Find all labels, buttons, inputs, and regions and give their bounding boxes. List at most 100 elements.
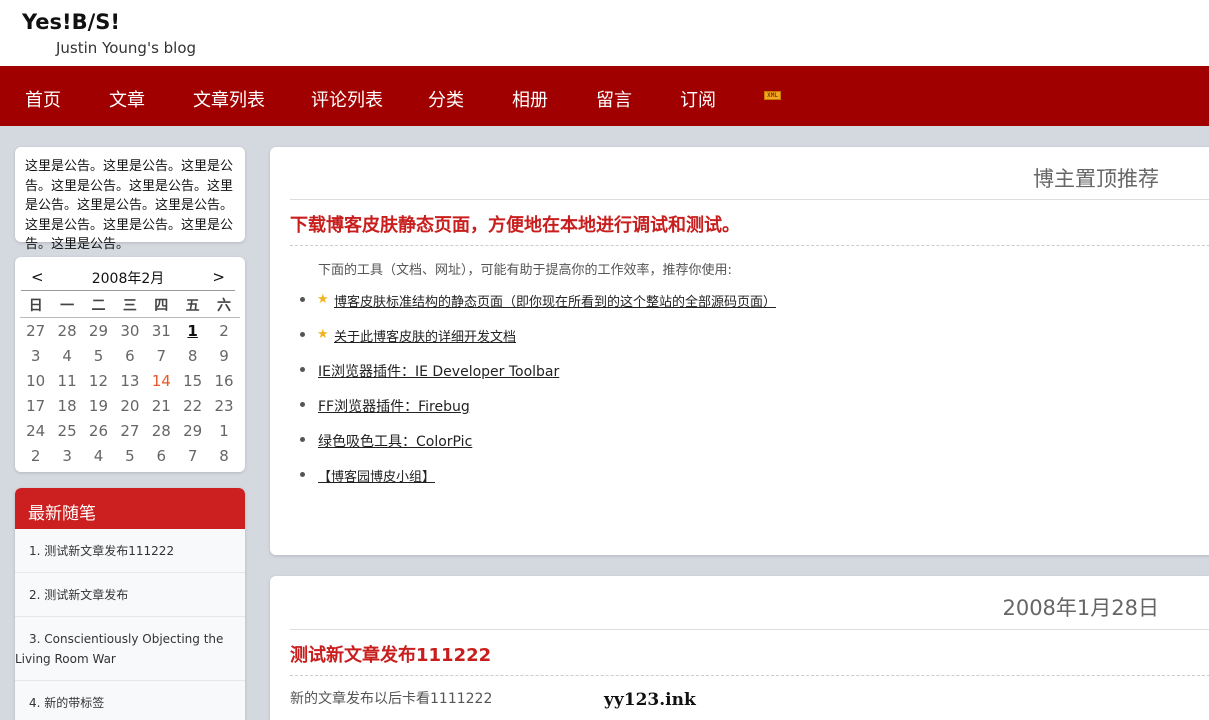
calendar-day: 25 (57, 421, 77, 440)
rss-xml-icon[interactable]: XML (764, 91, 781, 100)
tool-link[interactable]: 绿色吸色工具：ColorPic (318, 431, 472, 451)
calendar-day-highlighted: 14 (151, 371, 171, 390)
recent-posts-panel: 最新随笔 1. 测试新文章发布111222 2. 测试新文章发布 3. Cons… (15, 488, 245, 720)
calendar-weekday: 六 (217, 298, 232, 314)
post-panel: 2008年1月28日 测试新文章发布111222 新的文章发布以后卡看11112… (270, 576, 1209, 720)
bullet-icon (300, 332, 305, 337)
nav-comment-list[interactable]: 评论列表 (311, 86, 383, 112)
calendar-week-row: 27 28 29 30 31 1 2 (20, 318, 240, 343)
calendar-day: 21 (151, 396, 171, 415)
site-header: Yes!B/S! Justin Young's blog (0, 0, 1209, 66)
calendar-weekday: 一 (60, 298, 75, 314)
nav-subscribe[interactable]: 订阅 (680, 86, 716, 112)
recent-post-item[interactable]: 2. 测试新文章发布 (15, 573, 245, 617)
recent-post-link[interactable]: 2. 测试新文章发布 (15, 573, 245, 616)
calendar-day: 28 (151, 421, 171, 440)
bullet-icon (300, 402, 305, 407)
calendar-day: 30 (120, 321, 140, 340)
calendar-day: 4 (62, 346, 72, 365)
nav-categories[interactable]: 分类 (428, 86, 464, 112)
calendar-week-row: 10 11 12 13 14 15 16 (20, 368, 240, 393)
calendar-day: 4 (93, 446, 104, 465)
calendar-day: 27 (120, 421, 140, 440)
nav-home[interactable]: 首页 (25, 86, 61, 112)
tool-link[interactable]: IE浏览器插件：IE Developer Toolbar (318, 361, 559, 381)
recent-post-link[interactable]: 3. Conscientiously Objecting the Living … (15, 617, 245, 680)
post-date: 2008年1月28日 (1002, 596, 1159, 620)
recent-posts-heading: 最新随笔 (15, 488, 245, 529)
calendar-week-row: 24 25 26 27 28 29 1 (20, 418, 240, 443)
calendar-day: 23 (214, 396, 234, 415)
recent-post-item[interactable]: 4. 新的带标签 (15, 681, 245, 720)
calendar-day: 9 (219, 346, 229, 365)
bullet-icon (300, 367, 305, 372)
tool-link[interactable]: 博客皮肤标准结构的静态页面（即你现在所看到的这个整站的全部源码页面） (334, 291, 776, 310)
calendar-day: 17 (26, 396, 46, 415)
calendar-day: 3 (30, 346, 41, 365)
calendar-day: 6 (156, 446, 167, 465)
calendar-day: 10 (26, 371, 46, 390)
tool-link[interactable]: 【博客园博皮小组】 (318, 466, 435, 485)
calendar-day: 29 (183, 421, 203, 440)
calendar-day: 6 (125, 346, 135, 365)
calendar-day: 2 (219, 321, 229, 340)
calendar-header: 2008年2月 < > (21, 265, 235, 291)
calendar-day: 22 (183, 396, 203, 415)
calendar-day: 5 (125, 446, 135, 465)
calendar-month-title: 2008年2月 (91, 271, 165, 287)
bullet-icon (300, 472, 305, 477)
calendar-weekday-row: 日 一 二 三 四 五 六 (20, 293, 240, 318)
calendar-day: 24 (26, 421, 46, 440)
nav-article-list[interactable]: 文章列表 (193, 86, 265, 112)
calendar-day: 8 (187, 346, 198, 365)
calendar-day: 3 (62, 446, 72, 465)
notice-panel: 这里是公告。这里是公告。这里是公告。这里是公告。这里是公告。这里是公告。这里是公… (15, 147, 245, 252)
star-icon: ★ (317, 327, 329, 342)
watermark-text: yy123.ink (604, 690, 696, 710)
tool-link[interactable]: FF浏览器插件：Firebug (318, 396, 470, 416)
calendar-day-today[interactable]: 1 (177, 322, 208, 340)
recent-post-item[interactable]: 1. 测试新文章发布111222 (15, 529, 245, 573)
calendar-day: 20 (120, 396, 140, 415)
tool-link[interactable]: 关于此博客皮肤的详细开发文档 (334, 326, 516, 345)
pinned-section-label: 博主置顶推荐 (1033, 167, 1159, 191)
main-nav: 首页 文章 文章列表 评论列表 分类 相册 留言 订阅 (0, 66, 1209, 126)
calendar-next-button[interactable]: > (212, 268, 225, 286)
divider (290, 245, 1209, 246)
calendar: 2008年2月 < > 日 一 二 三 四 五 六 27 28 29 30 31… (15, 257, 245, 472)
calendar-day: 16 (214, 371, 234, 390)
calendar-day: 19 (88, 396, 109, 415)
calendar-day: 11 (57, 371, 77, 390)
calendar-grid: 日 一 二 三 四 五 六 27 28 29 30 31 1 2 3 4 5 6… (20, 293, 240, 468)
calendar-day: 1 (219, 421, 229, 440)
calendar-day: 5 (93, 346, 104, 365)
pinned-post-title[interactable]: 下载博客皮肤静态页面，方便地在本地进行调试和测试。 (290, 211, 740, 237)
recent-post-link[interactable]: 1. 测试新文章发布111222 (15, 529, 245, 572)
calendar-prev-button[interactable]: < (31, 268, 44, 286)
calendar-weekday: 五 (185, 298, 200, 314)
recent-post-item[interactable]: 3. Conscientiously Objecting the Living … (15, 617, 245, 681)
post-title[interactable]: 测试新文章发布111222 (290, 641, 491, 667)
divider (290, 199, 1209, 200)
divider (290, 675, 1209, 676)
calendar-day: 2 (30, 446, 41, 465)
calendar-day: 18 (57, 396, 77, 415)
nav-guestbook[interactable]: 留言 (596, 86, 632, 112)
calendar-weekday: 二 (91, 298, 106, 314)
nav-articles[interactable]: 文章 (109, 86, 145, 112)
pinned-post-intro: 下面的工具（文档、网址），可能有助于提高你的工作效率，推荐你使用: (318, 263, 732, 278)
divider (290, 629, 1209, 630)
site-title[interactable]: Yes!B/S! (22, 10, 120, 34)
bullet-icon (300, 437, 305, 442)
nav-album[interactable]: 相册 (512, 86, 548, 112)
calendar-day: 29 (88, 321, 109, 340)
recent-post-link[interactable]: 4. 新的带标签 (15, 681, 245, 720)
calendar-weekday: 四 (154, 298, 169, 314)
post-body: 新的文章发布以后卡看1111222 (290, 691, 493, 707)
calendar-day: 7 (156, 346, 167, 365)
calendar-day: 27 (26, 321, 46, 340)
calendar-day: 7 (187, 446, 198, 465)
calendar-week-row: 17 18 19 20 21 22 23 (20, 393, 240, 418)
calendar-day: 28 (57, 321, 77, 340)
calendar-day: 12 (88, 371, 109, 390)
